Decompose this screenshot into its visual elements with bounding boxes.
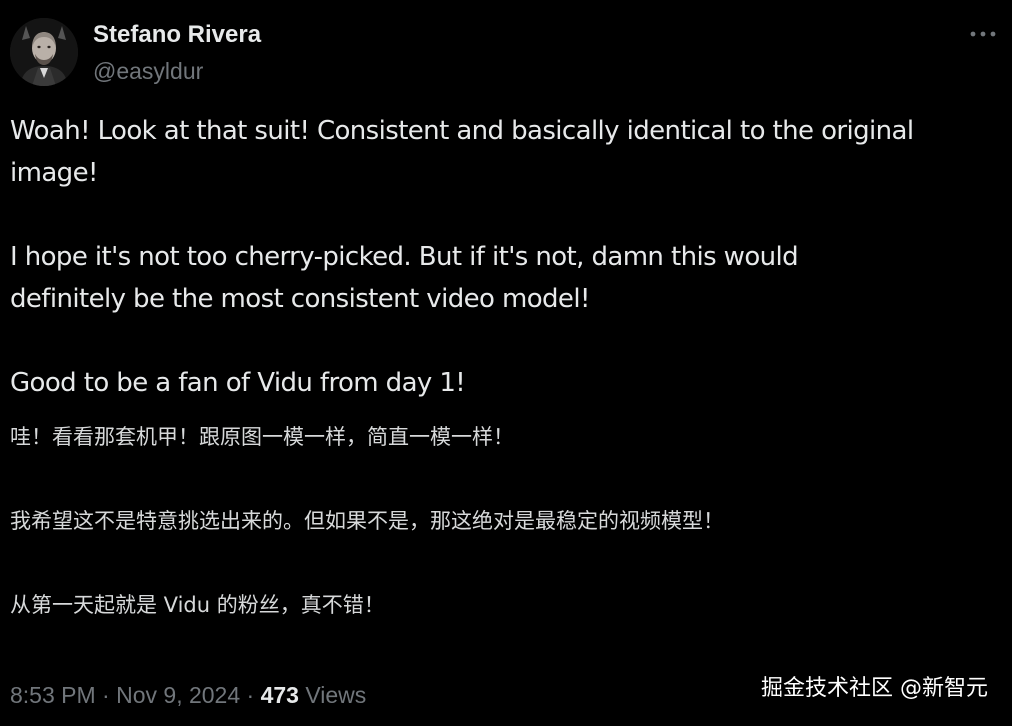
views-label: Views (305, 682, 367, 708)
views-count: 473 (260, 682, 299, 708)
translation-line: 从第一天起就是 Vidu 的粉丝，真不错！ (10, 593, 385, 617)
meta-separator: · (102, 682, 110, 708)
author-block: Stefano Rivera @easyldur (93, 20, 261, 86)
user-handle[interactable]: @easyldur (93, 56, 261, 86)
tweet-text-line: Woah! Look at that suit! Consistent and … (10, 116, 914, 146)
display-name[interactable]: Stefano Rivera (93, 20, 261, 50)
more-options-button[interactable] (968, 22, 998, 46)
avatar-portrait-icon (10, 18, 78, 86)
watermark: 掘金技术社区 @新智元 (761, 676, 988, 701)
translation-line: 我希望这不是特意挑选出来的。但如果不是，那这绝对是最稳定的视频模型！ (10, 509, 724, 533)
tweet-text-line: definitely be the most consistent video … (10, 284, 590, 314)
tweet-header: Stefano Rivera @easyldur (0, 0, 1012, 96)
post-date[interactable]: Nov 9, 2024 (116, 682, 240, 708)
avatar[interactable] (10, 18, 78, 86)
tweet-text: Woah! Look at that suit! Consistent and … (10, 110, 1005, 620)
more-horizontal-icon (970, 31, 996, 37)
tweet-text-line: image! (10, 158, 98, 188)
meta-separator: · (246, 682, 255, 708)
post-time[interactable]: 8:53 PM (10, 682, 96, 708)
tweet-meta: 8:53 PM · Nov 9, 2024 · 473 Views (10, 680, 366, 710)
tweet-text-line: Good to be a fan of Vidu from day 1! (10, 368, 466, 398)
translation-line: 哇！看看那套机甲！跟原图一模一样，简直一模一样！ (10, 425, 514, 449)
tweet-text-line: I hope it's not too cherry-picked. But i… (10, 242, 799, 272)
